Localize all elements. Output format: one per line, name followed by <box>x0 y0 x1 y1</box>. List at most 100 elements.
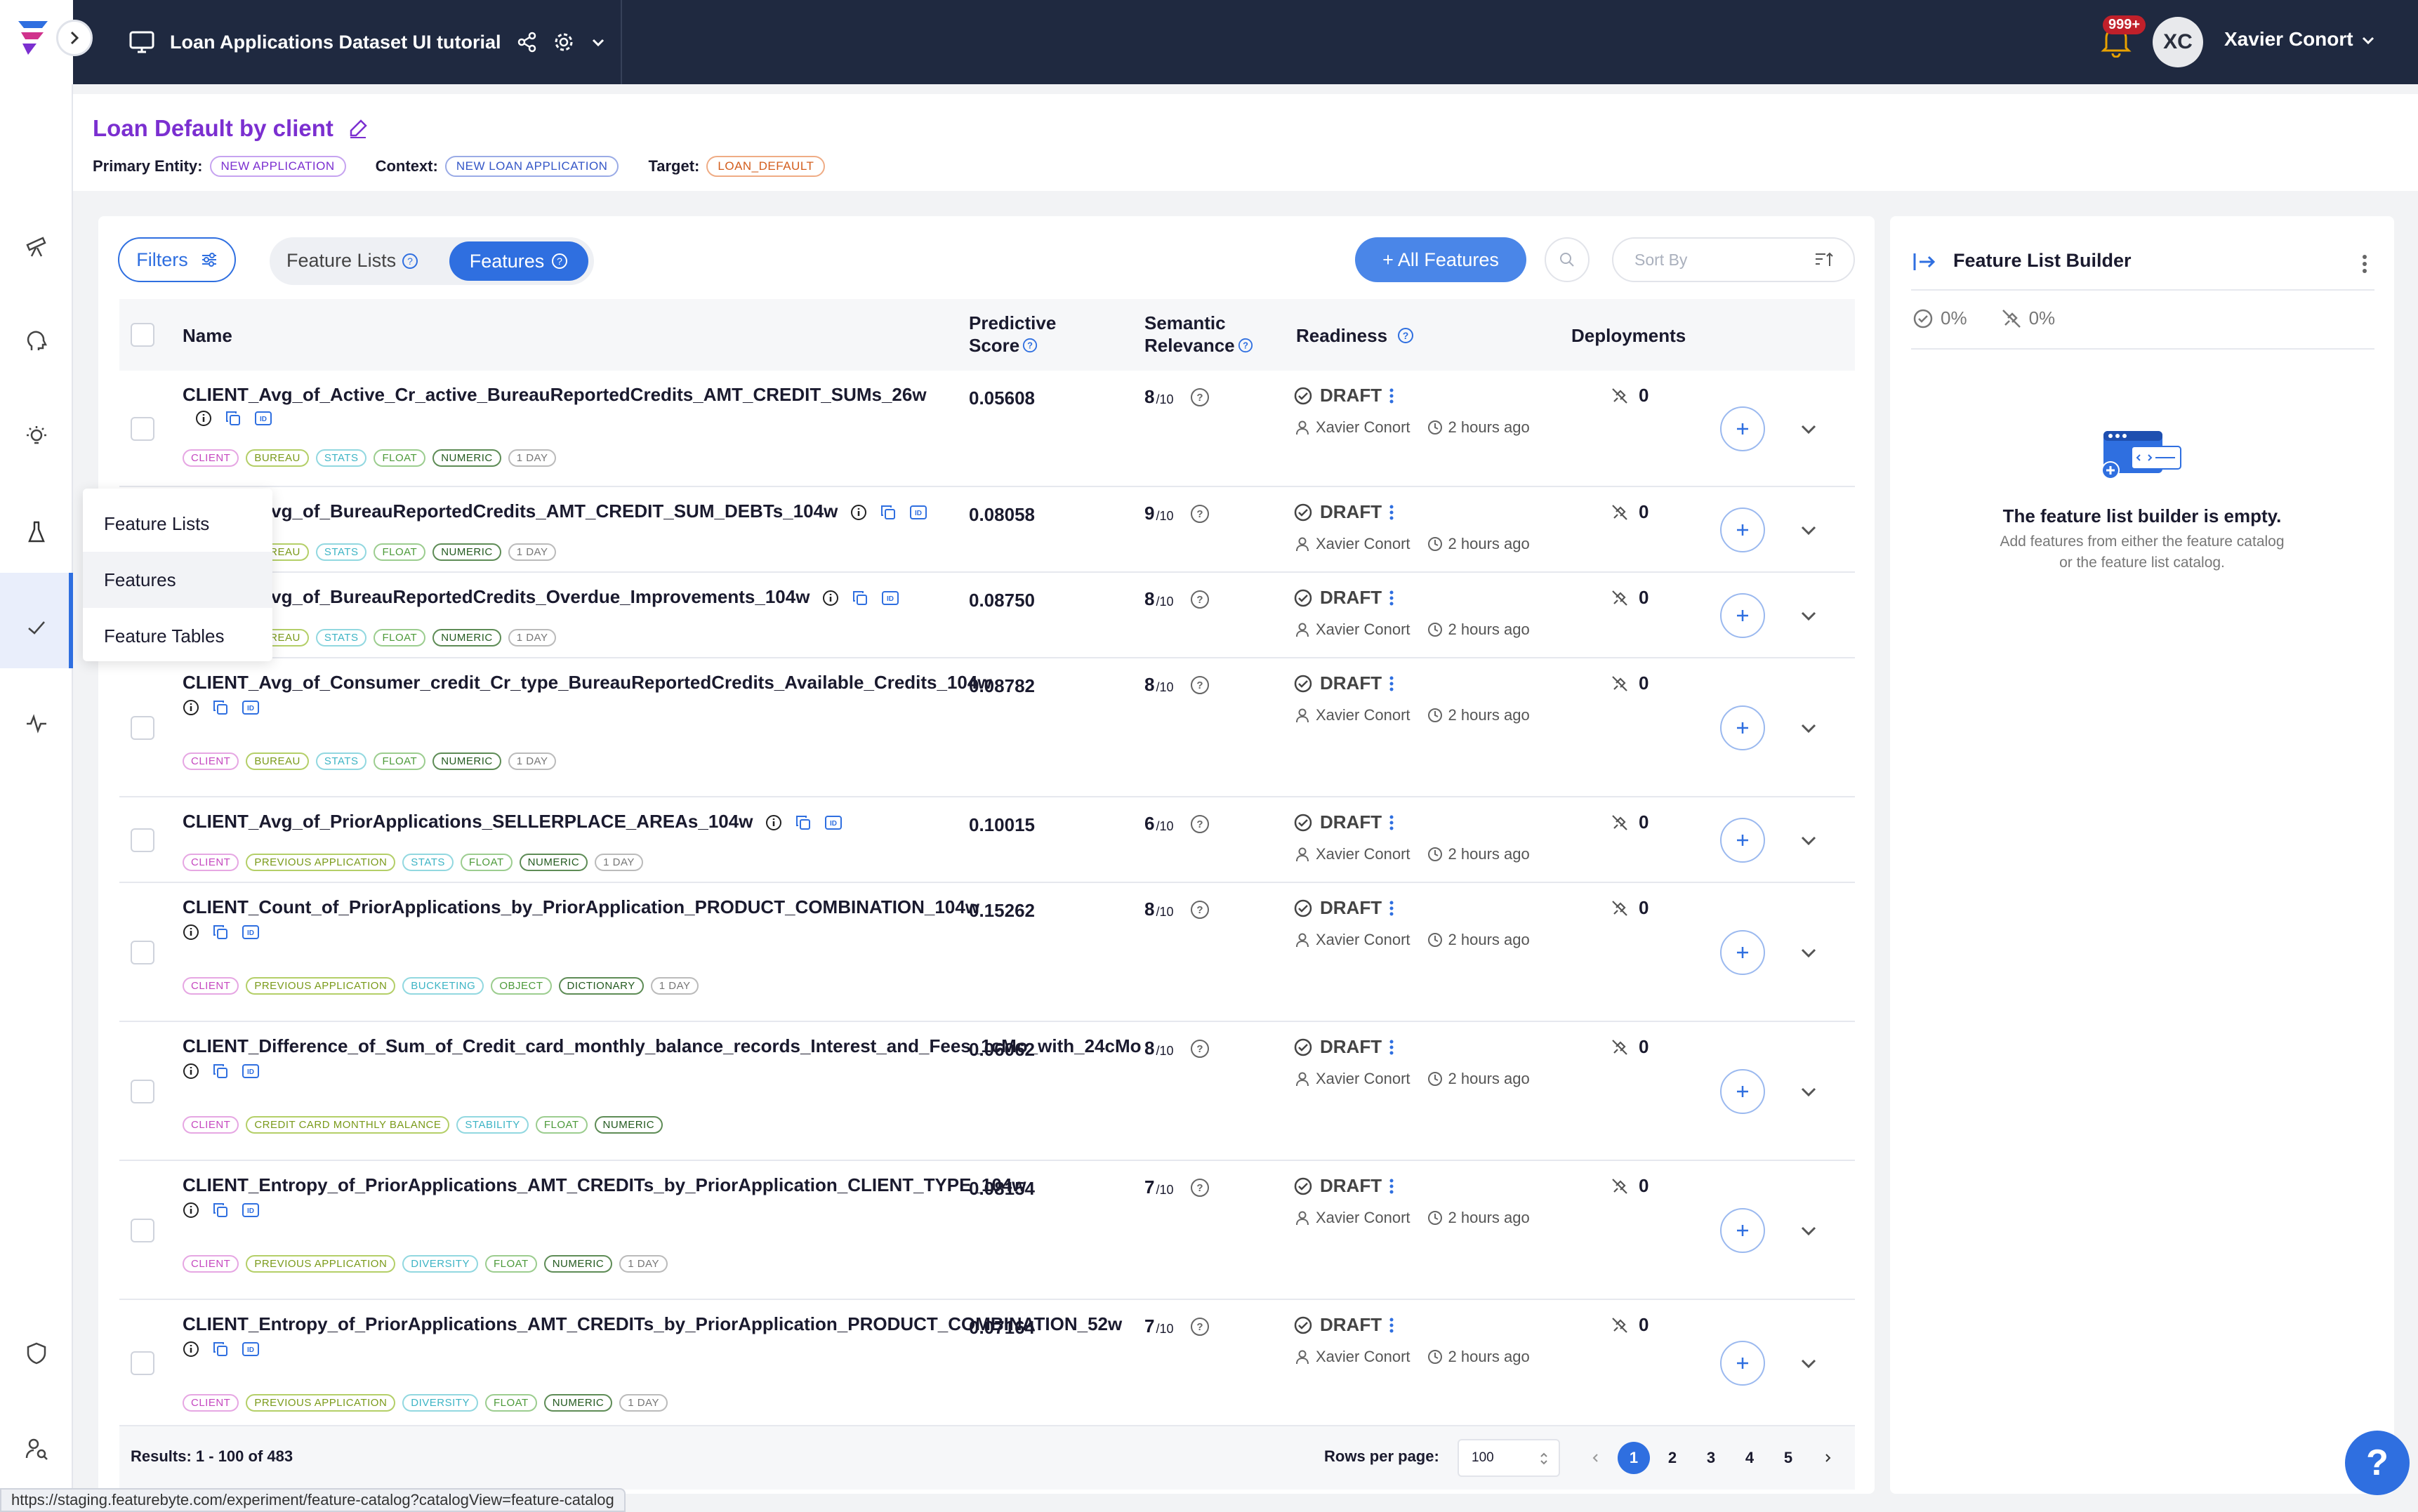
expand-row-chevron-icon[interactable] <box>1799 1355 1818 1372</box>
feature-tag[interactable]: CLIENT <box>183 449 239 467</box>
row-checkbox[interactable] <box>131 941 154 964</box>
flyout-item-features[interactable]: Features <box>83 552 272 608</box>
help-circle-icon[interactable]: ? <box>1189 589 1210 610</box>
copy-icon[interactable] <box>795 814 812 831</box>
row-checkbox[interactable] <box>131 1080 154 1103</box>
feature-tag[interactable]: DIVERSITY <box>402 1394 478 1412</box>
gear-icon[interactable] <box>553 32 574 53</box>
add-to-list-button[interactable] <box>1720 406 1765 451</box>
feature-tag[interactable]: CLIENT <box>183 854 239 871</box>
readiness-status[interactable]: DRAFT <box>1293 672 1394 694</box>
user-name[interactable]: Xavier Conort <box>2224 28 2353 51</box>
col-name[interactable]: Name <box>183 324 232 347</box>
copy-icon[interactable] <box>212 924 229 941</box>
feature-tag[interactable]: PREVIOUS APPLICATION <box>246 977 396 995</box>
info-icon[interactable] <box>183 1202 199 1219</box>
id-icon[interactable]: ID <box>242 699 260 716</box>
feature-name[interactable]: CLIENT_Difference_of_Sum_of_Credit_card_… <box>183 1035 1141 1080</box>
row-checkbox[interactable] <box>131 1351 154 1375</box>
feature-tag[interactable]: STATS <box>315 752 367 770</box>
all-features-button[interactable]: + All Features <box>1355 237 1526 282</box>
feature-tag[interactable]: CLIENT <box>183 1394 239 1412</box>
feature-tag[interactable]: CLIENT <box>183 1255 239 1273</box>
feature-tag[interactable]: FLOAT <box>484 1255 537 1273</box>
col-readiness[interactable]: Readiness ? <box>1296 324 1414 347</box>
table-row[interactable]: CLIENT_Avg_of_BureauReportedCredits_AMT_… <box>119 487 1855 573</box>
info-icon[interactable] <box>183 924 199 941</box>
expand-row-chevron-icon[interactable] <box>1799 420 1818 437</box>
more-vertical-icon[interactable] <box>1389 1178 1394 1195</box>
table-row[interactable]: CLIENT_Difference_of_Sum_of_Credit_card_… <box>119 1022 1855 1161</box>
feature-tag[interactable]: NUMERIC <box>543 1255 613 1273</box>
more-vertical-icon[interactable] <box>1389 1039 1394 1056</box>
add-to-list-button[interactable] <box>1720 930 1765 975</box>
copy-icon[interactable] <box>212 1063 229 1080</box>
add-to-list-button[interactable] <box>1720 1069 1765 1114</box>
feature-tag[interactable]: FLOAT <box>374 449 426 467</box>
feature-tag[interactable]: 1 DAY <box>650 977 699 995</box>
row-checkbox[interactable] <box>131 828 154 852</box>
sidebar-item-approval[interactable] <box>18 609 55 646</box>
sidebar-item-security[interactable] <box>18 1335 55 1372</box>
expand-row-chevron-icon[interactable] <box>1799 1083 1818 1100</box>
feature-tag[interactable]: 1 DAY <box>508 449 557 467</box>
expand-row-chevron-icon[interactable] <box>1799 1222 1818 1239</box>
feature-tag[interactable]: 1 DAY <box>508 543 557 561</box>
feature-tag[interactable]: CLIENT <box>183 752 239 770</box>
table-row[interactable]: CLIENT_Avg_of_Active_Cr_active_BureauRep… <box>119 371 1855 487</box>
feature-tag[interactable]: FLOAT <box>374 543 426 561</box>
feature-tag[interactable]: FLOAT <box>535 1116 588 1134</box>
col-semantic-relevance[interactable]: Semantic Relevance? <box>1144 312 1253 357</box>
feature-tag[interactable]: 1 DAY <box>619 1394 668 1412</box>
expand-row-chevron-icon[interactable] <box>1799 944 1818 961</box>
sidebar-item-experiment[interactable] <box>18 514 55 550</box>
feature-tag[interactable]: NUMERIC <box>432 629 501 646</box>
tab-feature-lists[interactable]: Feature Lists ? <box>286 250 418 272</box>
help-circle-icon[interactable]: ? <box>1189 1316 1210 1337</box>
feature-tag[interactable]: DIVERSITY <box>402 1255 478 1273</box>
readiness-status[interactable]: DRAFT <box>1293 1175 1394 1197</box>
add-to-list-button[interactable] <box>1720 508 1765 552</box>
feature-name[interactable]: CLIENT_Avg_of_BureauReportedCredits_AMT_… <box>183 500 955 522</box>
readiness-status[interactable]: DRAFT <box>1293 385 1394 406</box>
more-vertical-icon[interactable] <box>1389 814 1394 831</box>
more-vertical-icon[interactable] <box>1389 900 1394 917</box>
sort-by-select[interactable]: Sort By <box>1612 237 1855 282</box>
id-icon[interactable]: ID <box>242 1063 260 1080</box>
readiness-status[interactable]: DRAFT <box>1293 897 1394 919</box>
table-row[interactable]: CLIENT_Count_of_PriorApplications_by_Pri… <box>119 883 1855 1022</box>
chevron-down-icon[interactable] <box>590 34 607 51</box>
feature-tag[interactable]: FLOAT <box>374 752 426 770</box>
more-vertical-icon[interactable] <box>2360 254 2369 274</box>
sidebar-item-ideas[interactable] <box>18 418 55 455</box>
share-icon[interactable] <box>517 32 538 53</box>
copy-icon[interactable] <box>880 504 897 521</box>
readiness-status[interactable]: DRAFT <box>1293 587 1394 609</box>
feature-tag[interactable]: NUMERIC <box>432 752 501 770</box>
id-icon[interactable]: ID <box>242 1341 260 1358</box>
feature-tag[interactable]: FLOAT <box>460 854 513 871</box>
page-button[interactable]: 4 <box>1733 1442 1766 1474</box>
copy-icon[interactable] <box>212 1202 229 1219</box>
more-vertical-icon[interactable] <box>1389 504 1394 521</box>
help-circle-icon[interactable]: ? <box>1189 1177 1210 1198</box>
id-icon[interactable]: ID <box>909 504 927 521</box>
more-vertical-icon[interactable] <box>1389 387 1394 404</box>
info-icon[interactable] <box>183 1341 199 1358</box>
row-checkbox[interactable] <box>131 1219 154 1242</box>
more-vertical-icon[interactable] <box>1389 590 1394 606</box>
feature-tag[interactable]: PREVIOUS APPLICATION <box>246 1255 396 1273</box>
page-button[interactable]: 2 <box>1656 1442 1689 1474</box>
id-icon[interactable]: ID <box>242 924 260 941</box>
tab-features[interactable]: Features ? <box>449 241 588 281</box>
help-circle-icon[interactable]: ? <box>1189 814 1210 835</box>
next-page-button[interactable] <box>1811 1442 1844 1474</box>
page-button[interactable]: 1 <box>1618 1442 1650 1474</box>
sidebar-item-brain[interactable] <box>18 323 55 359</box>
add-to-list-button[interactable] <box>1720 705 1765 750</box>
feature-tag[interactable]: DICTIONARY <box>558 977 644 995</box>
page-button[interactable]: 3 <box>1695 1442 1727 1474</box>
col-predictive-score[interactable]: Predictive Score? <box>969 312 1056 357</box>
select-all-checkbox[interactable] <box>131 323 154 347</box>
table-row[interactable]: CLIENT_Avg_of_Consumer_credit_Cr_type_Bu… <box>119 658 1855 797</box>
